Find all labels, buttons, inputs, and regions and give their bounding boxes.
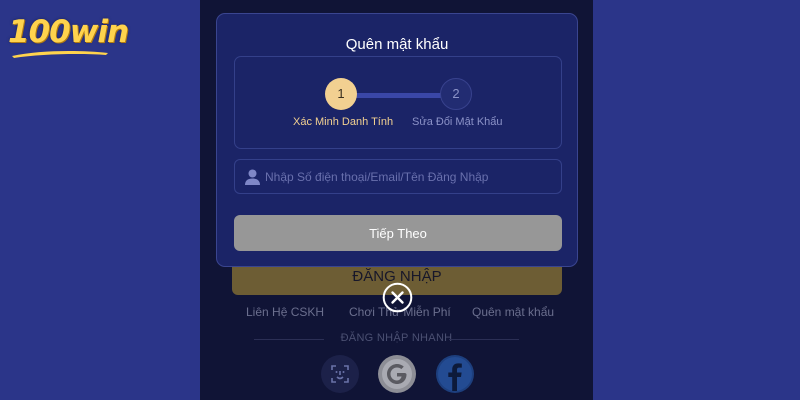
face-id-login-button[interactable] — [321, 355, 359, 393]
facebook-login-button[interactable] — [436, 355, 474, 393]
account-input-field — [234, 159, 562, 194]
step-connector — [353, 93, 445, 98]
step-2-label: Sửa Đổi Mật Khẩu — [412, 116, 503, 128]
account-input[interactable] — [265, 160, 555, 193]
facebook-icon — [438, 357, 472, 391]
mobile-panel: ĐĂNG NHẬP Liên Hệ CSKH Chơi Thử Miễn Phí… — [200, 0, 593, 400]
logo-text: 100win — [8, 14, 129, 50]
logo-swoosh-icon — [12, 51, 108, 58]
step-progress: 1 2 Xác Minh Danh Tính Sửa Đổi Mật Khẩu — [234, 56, 562, 149]
contact-support-link[interactable]: Liên Hệ CSKH — [246, 305, 324, 319]
user-icon — [245, 169, 260, 185]
next-button[interactable]: Tiếp Theo — [234, 215, 562, 251]
step-2-indicator: 2 — [440, 78, 472, 110]
google-login-button[interactable] — [378, 355, 416, 393]
brand-logo: 100win — [6, 8, 130, 62]
forgot-password-link[interactable]: Quên mật khẩu — [472, 305, 554, 319]
forgot-password-modal: Quên mật khẩu 1 2 Xác Minh Danh Tính Sửa… — [216, 13, 578, 267]
google-icon — [382, 359, 412, 389]
step-1-label: Xác Minh Danh Tính — [293, 116, 394, 128]
quick-login-label: ĐĂNG NHẬP NHANH — [200, 332, 593, 344]
close-modal-button[interactable] — [382, 282, 413, 313]
modal-title: Quên mật khẩu — [345, 36, 449, 53]
step-1-indicator: 1 — [325, 78, 357, 110]
close-icon — [382, 282, 413, 313]
face-id-icon — [331, 365, 349, 383]
